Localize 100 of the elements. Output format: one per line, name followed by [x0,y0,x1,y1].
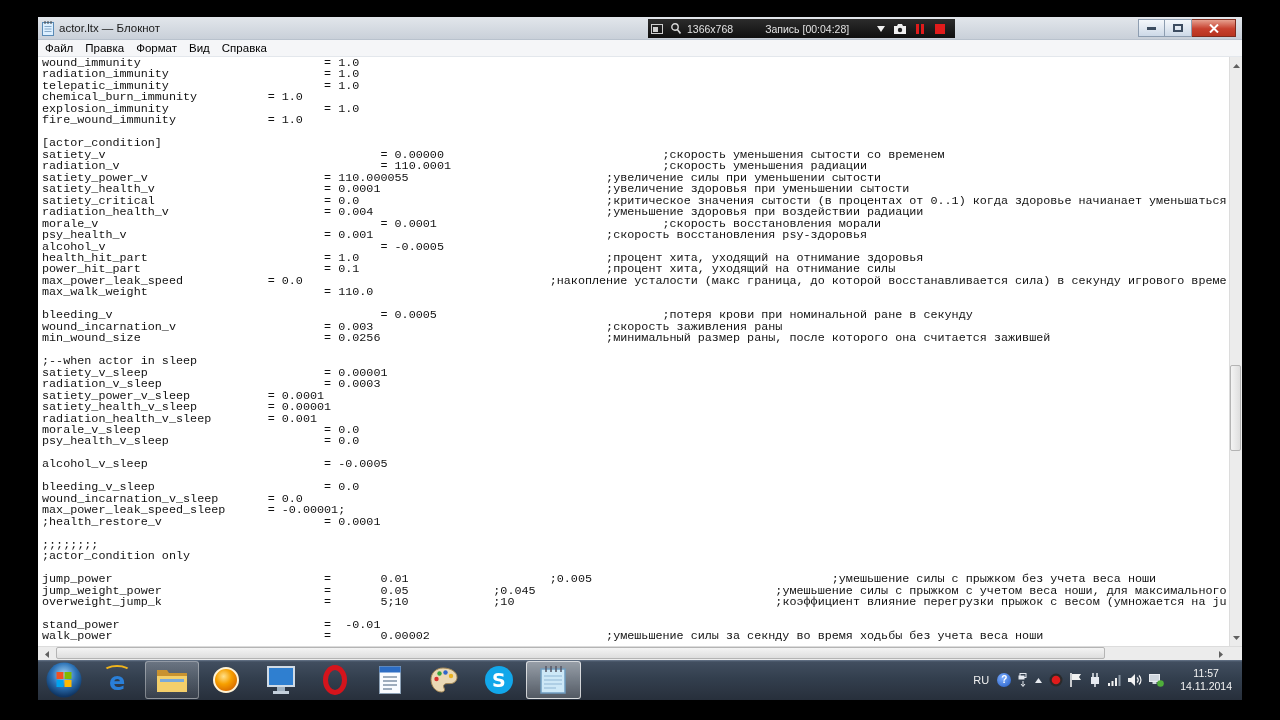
vertical-scrollbar[interactable] [1229,57,1242,646]
menu-item[interactable]: Формат [130,40,183,56]
code-text: ;скорость уменьшения сытости со временем [662,147,945,162]
document-icon [378,666,401,694]
horizontal-scrollbar[interactable] [38,646,1229,660]
code-text: = 0.0 [324,434,360,449]
start-icon [46,662,82,698]
code-text: = 1.0 [324,56,360,70]
flag-icon[interactable] [1070,673,1083,687]
code-text: = 1.0 [267,90,303,105]
code-text: 0.00002 [380,629,430,644]
right-arrow-icon [1218,650,1223,658]
window-title: actor.ltx — Блокнот [59,22,160,34]
menu-item[interactable]: Файл [39,40,80,56]
stop-icon[interactable] [935,23,946,34]
code-text: = 0.0005 [380,308,437,323]
ball-icon [213,667,240,693]
monitor-icon [266,666,295,694]
search-icon[interactable] [671,23,681,34]
close-icon [1208,23,1219,33]
taskbar-button[interactable] [144,661,199,699]
code-text: psy_health_v_sleep [42,434,169,449]
code-text: = 0.0001 [267,388,325,403]
down-arrow-icon [1232,635,1240,640]
code-text: ;;;;;;;; [42,537,99,552]
code-text: = -0.0005 [380,239,444,254]
code-text: = [324,629,332,644]
code-text: ;умешьшение силы с прыжком без учета веса ноши [831,572,1157,587]
code-text: stand_power [42,617,120,632]
code-text: 5;10 [380,595,409,610]
window-icon[interactable] [651,23,663,34]
code-text: overweight_jump_k [42,595,162,610]
record-icon[interactable] [1049,673,1064,687]
minimize-button[interactable] [1138,19,1165,37]
palette-icon [430,667,459,693]
code-text: = 0.00001 [324,365,388,380]
code-text: wound_immunity [42,56,141,70]
menu-item[interactable]: Справка [215,40,273,56]
code-text: min_wound_size [42,331,141,346]
code-text: = -0.0005 [324,457,388,472]
code-text: = 0.0 [324,480,360,495]
code-text: = 1.0 [324,250,360,265]
minimize-icon [1147,26,1156,30]
maximize-icon [1173,24,1183,32]
scrollbar-corner [1229,646,1242,660]
code-text: = 0.0 [267,273,303,288]
code-text: ;скорость восстановления psy-здоровья [606,228,867,243]
language-button[interactable]: RU [971,674,992,686]
code-text: = 0.0 [267,491,303,506]
code-text: morale_v_sleep [42,423,141,437]
code-text: = [324,595,332,610]
folder-icon [156,668,187,692]
code-text: = 0.003 [324,319,374,334]
notepad-icon [540,666,567,694]
code-text: = 0.0001 [380,216,437,231]
stacked-windows-icon[interactable] [1018,673,1029,687]
code-text: ;0.045 [493,583,536,598]
code-text: = 0.004 [324,205,374,220]
plug-icon[interactable] [1089,673,1102,687]
menu-item[interactable]: Вид [183,40,216,56]
network-icon[interactable] [1149,673,1165,687]
caret-icon[interactable] [877,25,886,32]
code-text: = 110.0 [324,285,374,300]
code-text: = 0.0 [324,423,360,437]
code-text: ;коэффициент влияние перегрузки прыжок с весом (умножается на ju [775,595,1227,610]
code-text: ;умешьшение силы за секнду во время ходьбы без учета веса ноши [606,629,1044,644]
code-text: fire_wound_immunity [42,113,176,128]
code-text: = 0.001 [324,228,374,243]
code-text: = 0.00000 [380,147,444,162]
code-text: alcohol_v_sleep [42,457,148,472]
code-text: ;минимальный размер раны, после которого она считается зажившей [606,331,1051,346]
scrollbar-thumb[interactable] [56,647,1105,659]
app-logo-icon: S [484,666,513,694]
signal-icon[interactable] [1108,674,1122,686]
maximize-button[interactable] [1165,19,1192,37]
code-text: = -0.01 [324,617,381,632]
notepad-icon [42,20,54,36]
up-arrow-icon [1232,63,1240,68]
code-text: ;процент хита, уходящий на отнимание здоровья [606,250,924,265]
code-text: = 1.0 [267,113,303,128]
code-text: = 0.1 [324,262,360,277]
pause-icon[interactable] [916,23,925,34]
code-text: = 1.0 [324,101,360,116]
scrollbar-thumb[interactable] [1230,365,1241,451]
code-text: max_walk_weight [42,285,148,300]
code-text: = 0.0256 [324,331,381,346]
left-arrow-icon [44,650,49,658]
ring-icon [323,665,348,695]
code-text: ;actor_condition only [42,549,191,564]
code-text: ;0.005 [549,572,592,587]
resolution-text: 1366x768 [687,22,734,35]
recording-status: Запись [00:04:28] [765,22,850,35]
close-button[interactable] [1192,19,1236,37]
up-arrow-icon[interactable] [1035,677,1043,683]
code-text: ;10 [493,595,515,610]
speaker-icon[interactable] [1128,674,1143,686]
clock-button[interactable]: 11:57 14.11.2014 [1176,667,1236,693]
camera-icon[interactable] [894,23,907,34]
taskbar-button[interactable] [526,661,581,699]
menu-item[interactable]: Правка [79,40,131,56]
